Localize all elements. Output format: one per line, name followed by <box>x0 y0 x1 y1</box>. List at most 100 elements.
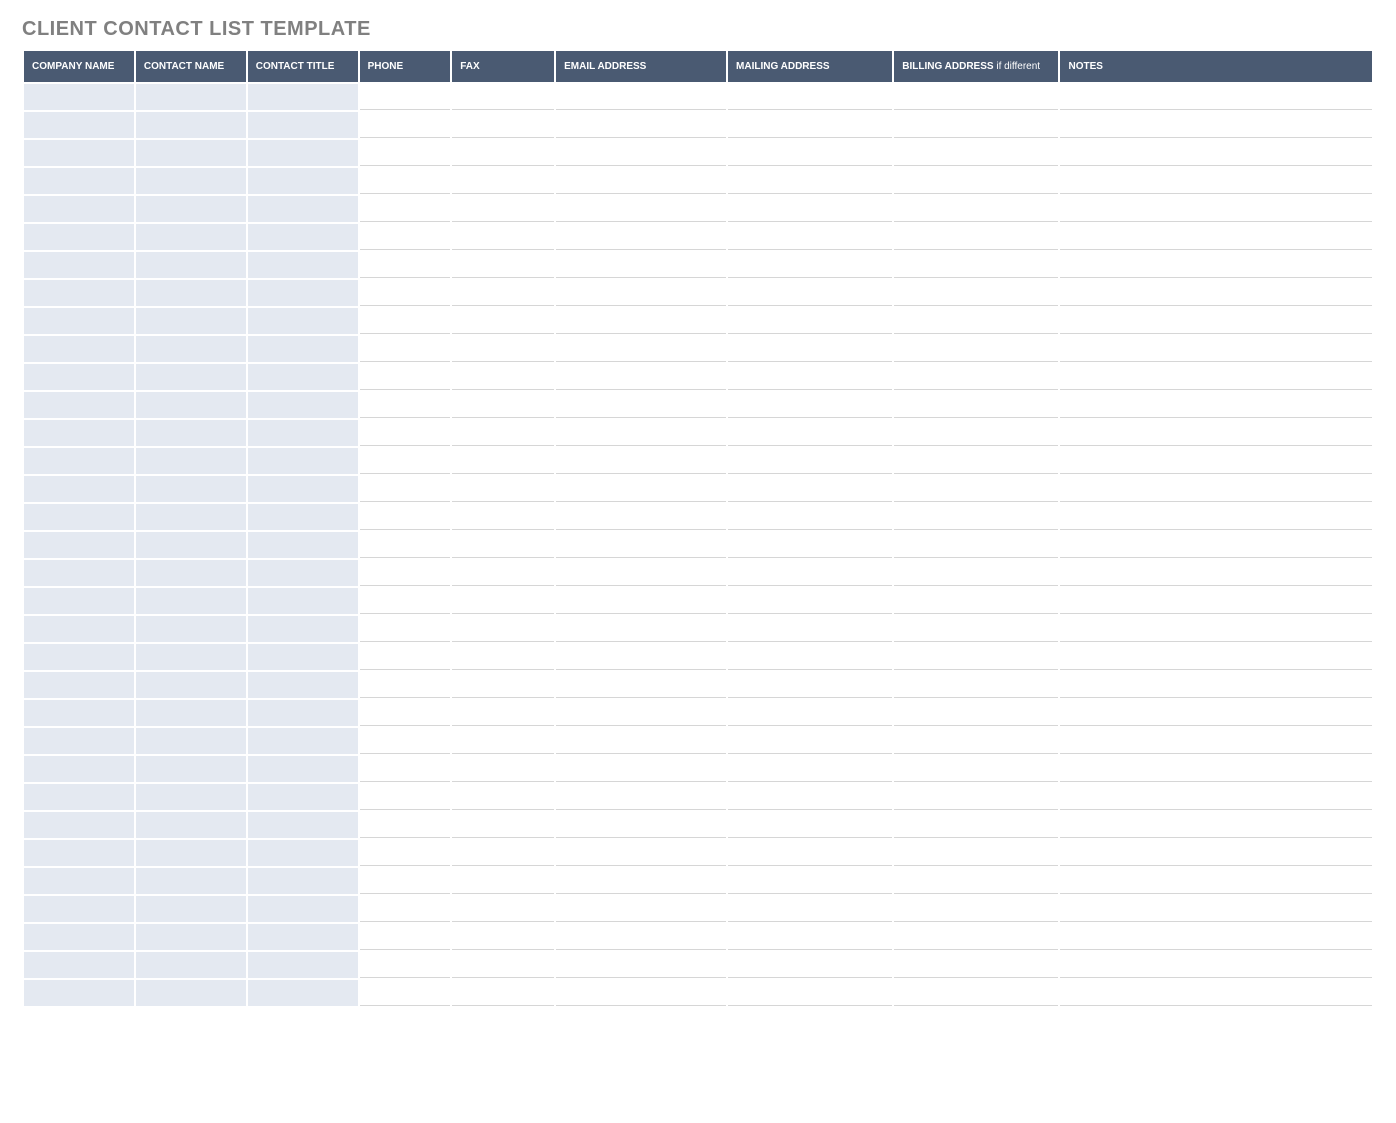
table-cell[interactable] <box>24 224 134 250</box>
table-cell[interactable] <box>728 420 892 446</box>
table-cell[interactable] <box>452 784 554 810</box>
table-cell[interactable] <box>894 644 1058 670</box>
table-cell[interactable] <box>894 924 1058 950</box>
table-cell[interactable] <box>556 700 726 726</box>
table-cell[interactable] <box>24 644 134 670</box>
table-cell[interactable] <box>1060 616 1372 642</box>
table-cell[interactable] <box>452 756 554 782</box>
table-cell[interactable] <box>894 252 1058 278</box>
table-cell[interactable] <box>360 896 451 922</box>
table-cell[interactable] <box>136 224 246 250</box>
table-cell[interactable] <box>360 392 451 418</box>
table-cell[interactable] <box>894 840 1058 866</box>
table-cell[interactable] <box>452 952 554 978</box>
table-cell[interactable] <box>556 896 726 922</box>
table-cell[interactable] <box>360 140 451 166</box>
table-cell[interactable] <box>136 504 246 530</box>
table-cell[interactable] <box>728 476 892 502</box>
table-cell[interactable] <box>728 924 892 950</box>
table-cell[interactable] <box>728 364 892 390</box>
table-cell[interactable] <box>894 588 1058 614</box>
table-cell[interactable] <box>24 112 134 138</box>
table-cell[interactable] <box>1060 560 1372 586</box>
table-cell[interactable] <box>728 532 892 558</box>
table-cell[interactable] <box>556 112 726 138</box>
table-cell[interactable] <box>452 700 554 726</box>
table-cell[interactable] <box>24 728 134 754</box>
table-cell[interactable] <box>894 504 1058 530</box>
table-cell[interactable] <box>360 168 451 194</box>
table-cell[interactable] <box>894 336 1058 362</box>
table-cell[interactable] <box>728 168 892 194</box>
table-cell[interactable] <box>1060 476 1372 502</box>
table-cell[interactable] <box>248 728 358 754</box>
table-cell[interactable] <box>24 420 134 446</box>
table-cell[interactable] <box>728 868 892 894</box>
table-cell[interactable] <box>556 308 726 334</box>
table-cell[interactable] <box>248 980 358 1006</box>
table-cell[interactable] <box>894 532 1058 558</box>
table-cell[interactable] <box>894 868 1058 894</box>
table-cell[interactable] <box>556 504 726 530</box>
table-cell[interactable] <box>24 476 134 502</box>
table-cell[interactable] <box>556 840 726 866</box>
table-cell[interactable] <box>894 196 1058 222</box>
table-cell[interactable] <box>136 644 246 670</box>
table-cell[interactable] <box>24 588 134 614</box>
table-cell[interactable] <box>728 980 892 1006</box>
table-cell[interactable] <box>136 168 246 194</box>
table-cell[interactable] <box>248 952 358 978</box>
table-cell[interactable] <box>728 336 892 362</box>
table-cell[interactable] <box>360 476 451 502</box>
table-cell[interactable] <box>248 392 358 418</box>
table-cell[interactable] <box>248 784 358 810</box>
table-cell[interactable] <box>136 364 246 390</box>
table-cell[interactable] <box>452 224 554 250</box>
table-cell[interactable] <box>556 280 726 306</box>
table-cell[interactable] <box>728 700 892 726</box>
table-cell[interactable] <box>248 252 358 278</box>
table-cell[interactable] <box>136 280 246 306</box>
table-cell[interactable] <box>136 868 246 894</box>
table-cell[interactable] <box>360 840 451 866</box>
table-cell[interactable] <box>1060 364 1372 390</box>
table-cell[interactable] <box>728 756 892 782</box>
table-cell[interactable] <box>360 980 451 1006</box>
table-cell[interactable] <box>452 812 554 838</box>
table-cell[interactable] <box>452 420 554 446</box>
table-cell[interactable] <box>556 476 726 502</box>
table-cell[interactable] <box>894 280 1058 306</box>
table-cell[interactable] <box>728 196 892 222</box>
table-cell[interactable] <box>556 812 726 838</box>
table-cell[interactable] <box>452 252 554 278</box>
table-cell[interactable] <box>136 952 246 978</box>
table-cell[interactable] <box>360 420 451 446</box>
table-cell[interactable] <box>248 476 358 502</box>
table-cell[interactable] <box>894 420 1058 446</box>
table-cell[interactable] <box>248 140 358 166</box>
table-cell[interactable] <box>24 392 134 418</box>
table-cell[interactable] <box>24 168 134 194</box>
table-cell[interactable] <box>452 868 554 894</box>
table-cell[interactable] <box>248 420 358 446</box>
table-cell[interactable] <box>728 672 892 698</box>
table-cell[interactable] <box>894 700 1058 726</box>
table-cell[interactable] <box>24 560 134 586</box>
table-cell[interactable] <box>360 280 451 306</box>
table-cell[interactable] <box>24 980 134 1006</box>
table-cell[interactable] <box>728 140 892 166</box>
table-cell[interactable] <box>136 420 246 446</box>
table-cell[interactable] <box>452 280 554 306</box>
table-cell[interactable] <box>894 140 1058 166</box>
table-cell[interactable] <box>248 196 358 222</box>
table-cell[interactable] <box>248 336 358 362</box>
table-cell[interactable] <box>1060 504 1372 530</box>
table-cell[interactable] <box>248 448 358 474</box>
table-cell[interactable] <box>136 812 246 838</box>
table-cell[interactable] <box>360 504 451 530</box>
table-cell[interactable] <box>136 112 246 138</box>
table-cell[interactable] <box>728 112 892 138</box>
table-cell[interactable] <box>136 784 246 810</box>
table-cell[interactable] <box>1060 448 1372 474</box>
table-cell[interactable] <box>24 812 134 838</box>
